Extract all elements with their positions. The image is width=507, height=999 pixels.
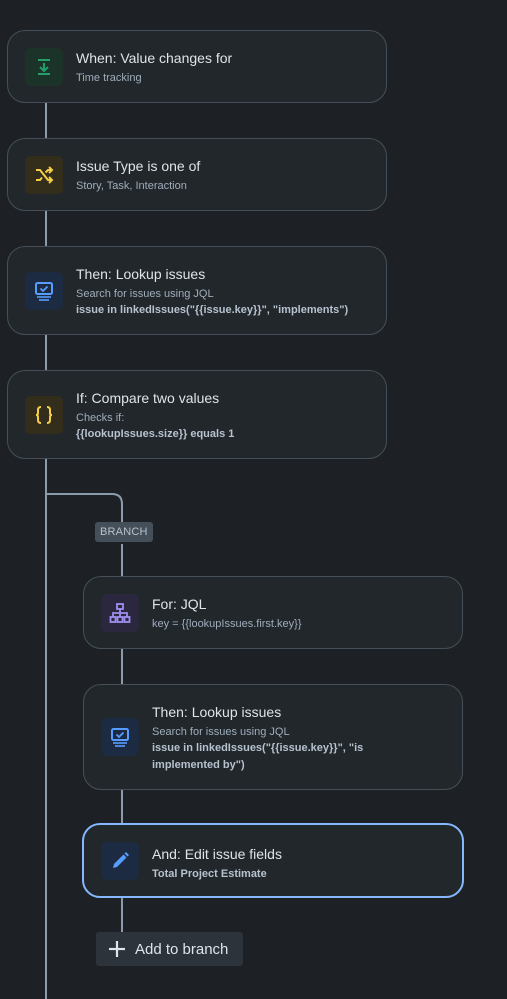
compare-detail-expression: {{lookupIssues.size}}	[76, 428, 188, 440]
trigger-title: When: Value changes for	[76, 50, 233, 66]
branch-lookup-jql-line1: issue in linkedIssues("{{issue.key}}", "…	[152, 742, 364, 754]
compare-values-card[interactable]: If: Compare two values Checks if: {{look…	[7, 370, 387, 459]
hierarchy-icon	[109, 603, 131, 623]
condition-subtitle: Story, Task, Interaction	[76, 180, 187, 192]
pencil-icon	[113, 852, 129, 868]
edit-icon-box	[101, 842, 139, 880]
for-jql-card[interactable]: For: JQL key = {{lookupIssues.first.key}…	[83, 576, 463, 649]
branch-lookup-subtitle: Search for issues using JQL	[152, 726, 290, 738]
for-jql-title: For: JQL	[152, 596, 207, 612]
trigger-card[interactable]: When: Value changes for Time tracking	[7, 30, 387, 103]
compare-detail-rest: equals 1	[187, 428, 235, 440]
connector-line-main	[45, 334, 47, 370]
edit-issue-fields-card[interactable]: And: Edit issue fields Total Project Est…	[82, 823, 464, 898]
monitor-check-icon	[35, 282, 53, 301]
condition-icon-box	[25, 156, 63, 194]
curly-braces-icon	[35, 406, 53, 424]
trigger-icon-box	[25, 48, 63, 86]
condition-title: Issue Type is one of	[76, 158, 201, 174]
add-to-branch-button[interactable]: Add to branch	[96, 932, 243, 966]
branch-tag: BRANCH	[95, 522, 153, 542]
branch-lookup-issues-card[interactable]: Then: Lookup issues Search for issues us…	[83, 684, 463, 790]
lookup-title: Then: Lookup issues	[76, 266, 206, 282]
branch-lookup-title: Then: Lookup issues	[152, 704, 282, 720]
branch-lookup-icon-box	[101, 718, 139, 756]
branch-lookup-jql-line2: implemented by")	[152, 759, 245, 771]
shuffle-icon	[36, 166, 54, 184]
compare-subtitle: Checks if:	[76, 412, 125, 424]
lookup-subtitle: Search for issues using JQL	[76, 288, 214, 300]
compare-icon-box	[25, 396, 63, 434]
monitor-check-icon	[111, 728, 129, 747]
connector-line-main	[45, 102, 47, 138]
connector-line-main	[45, 210, 47, 246]
condition-card[interactable]: Issue Type is one of Story, Task, Intera…	[7, 138, 387, 211]
edit-field-name: Total Project Estimate	[152, 868, 267, 880]
branch-icon-box	[101, 594, 139, 632]
lookup-issues-card[interactable]: Then: Lookup issues Search for issues us…	[7, 246, 387, 335]
trigger-subtitle: Time tracking	[76, 72, 142, 84]
lookup-icon-box	[25, 272, 63, 310]
add-to-branch-label: Add to branch	[135, 940, 229, 958]
compare-title: If: Compare two values	[76, 390, 220, 406]
edit-title: And: Edit issue fields	[152, 846, 282, 862]
lookup-jql: issue in linkedIssues("{{issue.key}}", "…	[76, 304, 349, 316]
plus-icon	[109, 941, 125, 957]
compare-detail: {{lookupIssues.size}} equals 1	[76, 426, 234, 443]
for-jql-subtitle: key = {{lookupIssues.first.key}}	[152, 618, 302, 630]
download-arrow-icon	[38, 59, 50, 75]
